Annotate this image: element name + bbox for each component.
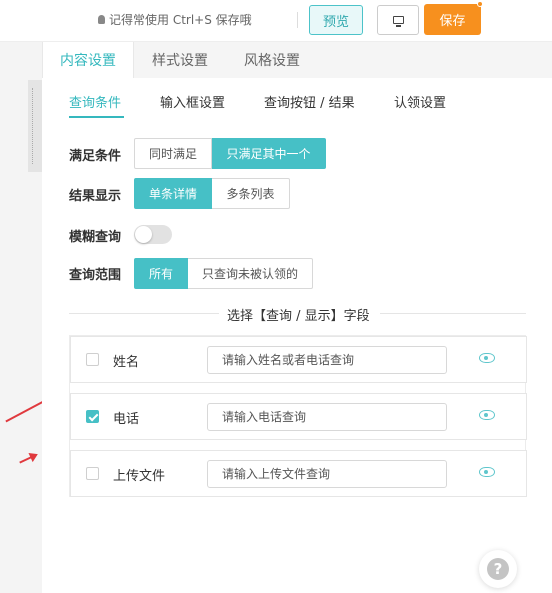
display-option-list[interactable]: 多条列表 <box>212 178 290 209</box>
unsaved-indicator-dot <box>477 1 483 7</box>
field-name: 姓名 <box>113 355 140 370</box>
field-placeholder-input[interactable] <box>207 460 447 488</box>
field-name: 上传文件 <box>113 469 166 484</box>
field-checkbox[interactable] <box>86 467 99 480</box>
scope-label: 查询范围 <box>69 268 122 283</box>
active-subtab-indicator <box>69 116 124 118</box>
field-name: 电话 <box>113 412 140 427</box>
toolbar-divider <box>297 12 298 28</box>
help-button[interactable]: ? <box>479 550 517 588</box>
display-segmented: 单条详情 多条列表 <box>134 178 290 209</box>
fields-divider-right <box>380 313 526 314</box>
display-option-single[interactable]: 单条详情 <box>134 178 212 209</box>
scope-segmented: 所有 只查询未被认领的 <box>134 258 313 289</box>
tab-query-conditions[interactable]: 查询条件 <box>69 92 121 111</box>
field-placeholder-input[interactable] <box>207 346 447 374</box>
fuzzy-toggle[interactable] <box>134 225 172 244</box>
field-row: 姓名 <box>70 336 527 383</box>
save-button[interactable]: 保存 <box>424 4 481 35</box>
scope-option-unclaimed[interactable]: 只查询未被认领的 <box>188 258 313 289</box>
fuzzy-label: 模糊查询 <box>69 230 122 245</box>
save-tip: 记得常使用 Ctrl+S 保存哦 <box>98 11 252 28</box>
fields-section-title: 选择【查询 / 显示】字段 <box>227 309 370 324</box>
condition-option-any[interactable]: 只满足其中一个 <box>212 138 326 169</box>
tab-claim-settings[interactable]: 认领设置 <box>394 92 446 111</box>
display-label: 结果显示 <box>69 189 122 204</box>
top-toolbar: 记得常使用 Ctrl+S 保存哦 预览 保存 <box>0 0 552 42</box>
field-checkbox[interactable] <box>86 410 99 423</box>
lightbulb-icon <box>98 15 105 24</box>
settings-panel: 内容设置 样式设置 风格设置 查询条件 输入框设置 查询按钮 / 结果 认领设置… <box>42 42 552 593</box>
scope-option-all[interactable]: 所有 <box>134 258 188 289</box>
condition-label: 满足条件 <box>69 149 122 164</box>
tab-content-settings[interactable]: 内容设置 <box>42 42 134 78</box>
eye-icon[interactable] <box>479 353 495 363</box>
monitor-icon <box>392 16 404 27</box>
eye-icon[interactable] <box>479 410 495 420</box>
panel-collapse-handle[interactable] <box>28 80 42 172</box>
condition-segmented: 同时满足 只满足其中一个 <box>134 138 326 169</box>
field-checkbox[interactable] <box>86 353 99 366</box>
tab-style-settings[interactable]: 样式设置 <box>134 42 226 78</box>
tab-input-settings[interactable]: 输入框设置 <box>160 92 225 111</box>
tab-query-button-result[interactable]: 查询按钮 / 结果 <box>264 92 355 111</box>
fields-list: 姓名 电话 上传文件 <box>69 335 527 497</box>
device-preview-button[interactable] <box>377 5 419 35</box>
eye-icon[interactable] <box>479 467 495 477</box>
tab-theme-settings[interactable]: 风格设置 <box>226 42 318 78</box>
help-icon: ? <box>487 558 509 580</box>
field-row: 上传文件 <box>70 450 527 497</box>
fields-divider-left <box>69 313 219 314</box>
sub-tabs: 查询条件 输入框设置 查询按钮 / 结果 认领设置 <box>42 78 552 121</box>
main-tabs: 内容设置 样式设置 风格设置 <box>42 42 552 78</box>
field-placeholder-input[interactable] <box>207 403 447 431</box>
save-tip-text: 记得常使用 Ctrl+S 保存哦 <box>109 13 252 27</box>
preview-button[interactable]: 预览 <box>309 5 363 35</box>
condition-option-all[interactable]: 同时满足 <box>134 138 212 169</box>
field-row: 电话 <box>70 393 527 440</box>
